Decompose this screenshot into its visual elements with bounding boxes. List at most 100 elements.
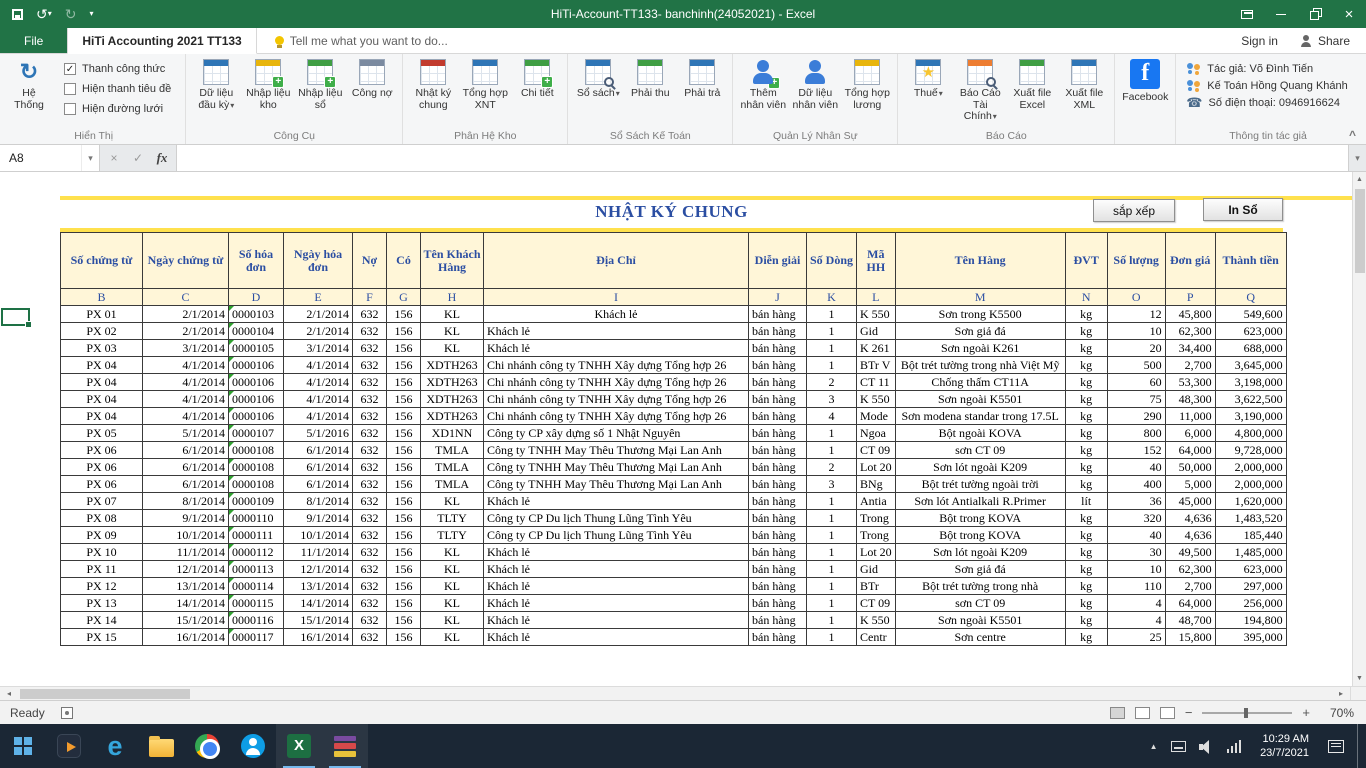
cell[interactable]: 688,000	[1215, 340, 1286, 357]
cell[interactable]: 48,700	[1165, 612, 1215, 629]
column-letter[interactable]: E	[284, 289, 353, 306]
cell[interactable]: 2,700	[1165, 357, 1215, 374]
cell[interactable]: PX 05	[61, 425, 143, 442]
phai-tra-button[interactable]: Phải trả	[676, 57, 728, 102]
cell[interactable]: Khách lẻ	[484, 340, 749, 357]
column-header[interactable]: Ngày hóa đơn	[284, 233, 353, 289]
cell[interactable]: PX 12	[61, 578, 143, 595]
cell[interactable]: 1	[807, 527, 857, 544]
cell[interactable]: 2,000,000	[1215, 476, 1286, 493]
cell[interactable]: Sơn modena standar trong 17.5L	[895, 408, 1065, 425]
nhat-ky-chung-button[interactable]: Nhật ký chung	[407, 57, 459, 113]
cell[interactable]: PX 01	[61, 306, 143, 323]
cell[interactable]: 156	[387, 306, 421, 323]
cell[interactable]: CT 09	[857, 442, 896, 459]
zoom-slider-thumb[interactable]	[1244, 708, 1248, 718]
cell[interactable]: Sơn giả đá	[895, 323, 1065, 340]
cell[interactable]: 3/1/2014	[284, 340, 353, 357]
checkbox-box[interactable]	[64, 83, 76, 95]
column-header[interactable]: Số chứng từ	[61, 233, 143, 289]
cell[interactable]: 632	[353, 544, 387, 561]
cell[interactable]: 0000106	[229, 374, 284, 391]
cell[interactable]: 1	[807, 629, 857, 646]
file-tab[interactable]: File	[0, 28, 67, 53]
cell[interactable]: 632	[353, 340, 387, 357]
cell[interactable]: 4/1/2014	[143, 391, 229, 408]
cell[interactable]: bán hàng	[749, 595, 807, 612]
formula-input[interactable]	[176, 145, 1348, 171]
cell[interactable]: KL	[421, 544, 484, 561]
cell[interactable]: 156	[387, 442, 421, 459]
cell[interactable]: KL	[421, 340, 484, 357]
cell[interactable]: PX 08	[61, 510, 143, 527]
cell[interactable]: 1	[807, 561, 857, 578]
cell[interactable]: 1,620,000	[1215, 493, 1286, 510]
column-letter[interactable]: P	[1165, 289, 1215, 306]
cell[interactable]: Bột ngoài KOVA	[895, 425, 1065, 442]
cell[interactable]: 9,728,000	[1215, 442, 1286, 459]
cell[interactable]: PX 10	[61, 544, 143, 561]
cell[interactable]: 2/1/2014	[143, 323, 229, 340]
cell[interactable]: bán hàng	[749, 357, 807, 374]
cell[interactable]: 1	[807, 425, 857, 442]
cell[interactable]: XD1NN	[421, 425, 484, 442]
cell[interactable]: 1	[807, 510, 857, 527]
close-button[interactable]: ×	[1332, 0, 1366, 28]
cell[interactable]: 40	[1107, 459, 1165, 476]
tell-me-box[interactable]: Tell me what you want to do...	[275, 28, 448, 53]
cell[interactable]: 185,440	[1215, 527, 1286, 544]
cell[interactable]: 0000105	[229, 340, 284, 357]
cell[interactable]: 395,000	[1215, 629, 1286, 646]
redo-button[interactable]: ↻	[65, 7, 77, 21]
cell[interactable]: 1	[807, 612, 857, 629]
scroll-down-icon[interactable]: ▼	[1353, 671, 1366, 686]
cell[interactable]: Sơn giả đá	[895, 561, 1065, 578]
cell[interactable]: 62,300	[1165, 323, 1215, 340]
cell[interactable]: 0000108	[229, 459, 284, 476]
page-layout-view-button[interactable]	[1135, 707, 1150, 719]
cell[interactable]: 10	[1107, 323, 1165, 340]
cell[interactable]: kg	[1065, 306, 1107, 323]
cell[interactable]: Khách lẻ	[484, 306, 749, 323]
cell[interactable]: 2/1/2014	[143, 306, 229, 323]
cell[interactable]: Công ty CP xây dựng số 1 Nhật Nguyên	[484, 425, 749, 442]
phai-thu-button[interactable]: Phải thu	[624, 57, 676, 102]
column-header[interactable]: Số hóa đơn	[229, 233, 284, 289]
cell[interactable]: 0000106	[229, 357, 284, 374]
cell[interactable]: Trong	[857, 510, 896, 527]
cell[interactable]: PX 09	[61, 527, 143, 544]
cell[interactable]: lít	[1065, 493, 1107, 510]
xuat-file-xml-button[interactable]: Xuất file XML	[1058, 57, 1110, 113]
cell[interactable]: Sơn ngoài K5501	[895, 612, 1065, 629]
cell[interactable]: 0000113	[229, 561, 284, 578]
taskbar-winrar[interactable]	[322, 724, 368, 768]
cell[interactable]: Sơn lót ngoài K209	[895, 459, 1065, 476]
column-header[interactable]: Tên Hàng	[895, 233, 1065, 289]
cell[interactable]: 6/1/2014	[143, 476, 229, 493]
cell[interactable]: 3,190,000	[1215, 408, 1286, 425]
cell[interactable]: Ngoa	[857, 425, 896, 442]
undo-button[interactable]: ↺▾	[36, 7, 52, 21]
network-icon[interactable]	[1227, 740, 1242, 753]
cell[interactable]: K 550	[857, 306, 896, 323]
cell[interactable]: 632	[353, 578, 387, 595]
cell[interactable]: 632	[353, 510, 387, 527]
column-letter[interactable]: K	[807, 289, 857, 306]
cell[interactable]: 3	[807, 391, 857, 408]
column-letter[interactable]: B	[61, 289, 143, 306]
taskbar-edge[interactable]: e	[92, 724, 138, 768]
facebook-button[interactable]: f Facebook	[1119, 57, 1171, 106]
cell[interactable]: 156	[387, 612, 421, 629]
cell[interactable]: 20	[1107, 340, 1165, 357]
taskbar-excel[interactable]: X	[276, 724, 322, 768]
zoom-level[interactable]: 70%	[1320, 706, 1354, 720]
cell[interactable]: Chi nhánh công ty TNHH Xây dựng Tổng hợp…	[484, 357, 749, 374]
cell[interactable]: KL	[421, 612, 484, 629]
cell[interactable]: TMLA	[421, 459, 484, 476]
cell[interactable]: Gid	[857, 323, 896, 340]
minimize-button[interactable]	[1264, 0, 1298, 28]
share-button[interactable]: Share	[1300, 34, 1350, 48]
column-header[interactable]: Địa Chỉ	[484, 233, 749, 289]
cell[interactable]: 632	[353, 442, 387, 459]
cell[interactable]: 0000117	[229, 629, 284, 646]
